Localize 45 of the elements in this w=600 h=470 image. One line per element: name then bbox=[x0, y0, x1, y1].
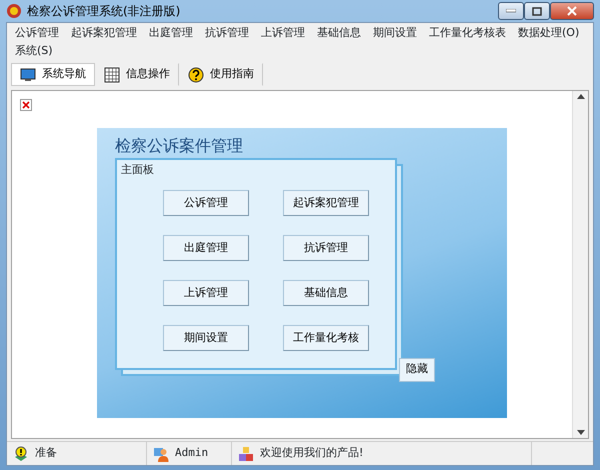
maximize-button[interactable] bbox=[524, 2, 550, 20]
help-icon bbox=[188, 66, 204, 82]
window-title: 检察公诉管理系统(非注册版) bbox=[27, 3, 182, 20]
menu-item[interactable]: 抗诉管理 bbox=[199, 24, 255, 42]
status-text: Admin bbox=[175, 445, 208, 462]
panel-button[interactable]: 期间设置 bbox=[163, 325, 249, 351]
toolbar-tab[interactable]: 信息操作 bbox=[95, 63, 179, 86]
menu-item[interactable]: 工作量化考核表 bbox=[423, 24, 512, 42]
menu-item[interactable]: 出庭管理 bbox=[143, 24, 199, 42]
panel-button[interactable]: 基础信息 bbox=[283, 280, 369, 306]
menu-item[interactable]: 起诉案犯管理 bbox=[65, 24, 143, 42]
hide-button[interactable]: 隐藏 bbox=[399, 358, 435, 382]
panel-button[interactable]: 抗诉管理 bbox=[283, 235, 369, 261]
scroll-down-icon bbox=[576, 430, 584, 435]
panel-button[interactable]: 公诉管理 bbox=[163, 190, 249, 216]
menu-item[interactable]: 基础信息 bbox=[311, 24, 367, 42]
menu-item[interactable]: 系统(S) bbox=[9, 42, 59, 60]
menu-item[interactable]: 数据处理(O) bbox=[512, 24, 586, 42]
toolbar-tab[interactable]: 使用指南 bbox=[179, 63, 263, 86]
minimize-button[interactable] bbox=[498, 2, 524, 20]
broken-image-icon bbox=[20, 98, 32, 111]
user-icon bbox=[153, 446, 169, 462]
panel-button[interactable]: 起诉案犯管理 bbox=[283, 190, 369, 216]
cubes-icon bbox=[238, 446, 254, 462]
panel-button[interactable]: 出庭管理 bbox=[163, 235, 249, 261]
grid-icon bbox=[104, 66, 120, 82]
maximize-icon bbox=[532, 6, 542, 16]
status-text: 欢迎使用我们的产品! bbox=[260, 445, 364, 462]
panel-heading: 检察公诉案件管理 bbox=[115, 136, 244, 156]
group-title: 主面板 bbox=[121, 162, 155, 178]
scrollbar[interactable] bbox=[572, 91, 588, 438]
info-icon bbox=[13, 446, 29, 462]
close-icon bbox=[567, 6, 577, 16]
monitor-icon bbox=[20, 66, 36, 82]
menu-item[interactable]: 上诉管理 bbox=[255, 24, 311, 42]
panel-button[interactable]: 工作量化考核 bbox=[283, 325, 369, 351]
toolbar-tab[interactable]: 系统导航 bbox=[11, 63, 95, 86]
scroll-up-icon bbox=[576, 94, 584, 99]
panel-button[interactable]: 上诉管理 bbox=[163, 280, 249, 306]
minimize-icon bbox=[506, 9, 516, 13]
status-text: 准备 bbox=[35, 445, 57, 462]
menu-item[interactable]: 期间设置 bbox=[367, 24, 423, 42]
close-button[interactable] bbox=[550, 2, 594, 20]
menu-item[interactable]: 公诉管理 bbox=[9, 24, 65, 42]
emblem-icon bbox=[6, 3, 22, 19]
